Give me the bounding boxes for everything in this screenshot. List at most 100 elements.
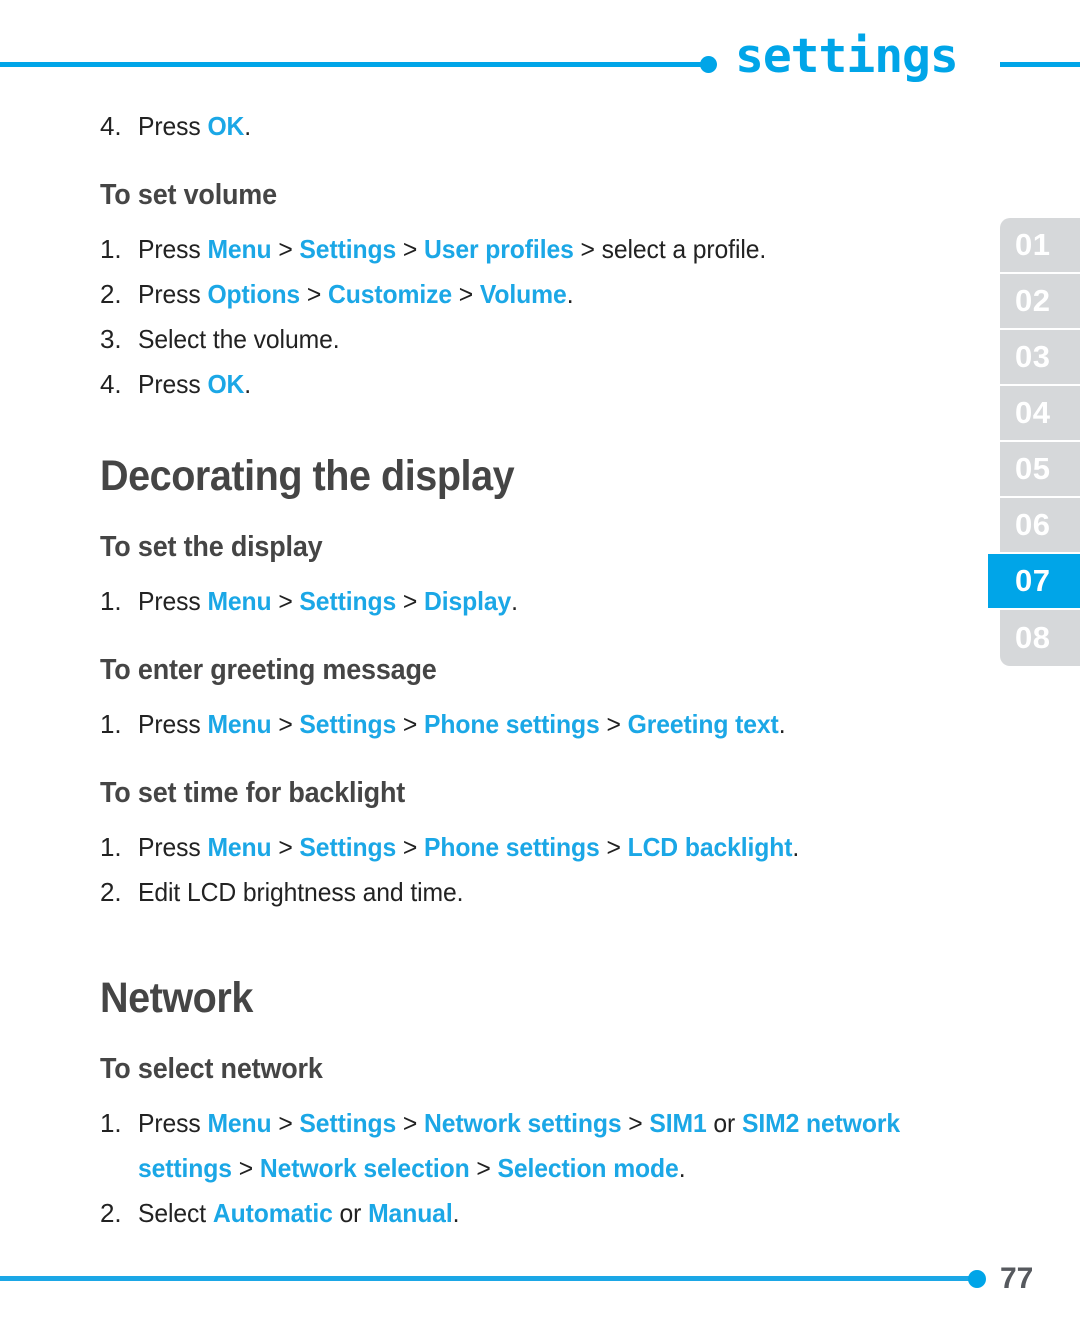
- chapter-tab-07[interactable]: 07: [988, 554, 1080, 610]
- chapter-tab-06[interactable]: 06: [1000, 498, 1080, 554]
- step-number: 1.: [100, 1108, 122, 1138]
- ui-path-settings: Settings: [299, 1108, 397, 1138]
- step-number: 4.: [100, 369, 122, 399]
- page-title: settings: [735, 29, 959, 84]
- path-separator: >: [231, 1153, 260, 1183]
- step-tail: .: [792, 832, 800, 862]
- path-separator: >: [271, 709, 300, 739]
- step-text: Press Options > Customize > Volume.: [138, 272, 919, 317]
- ui-path-selection-mode: Selection mode: [497, 1153, 679, 1183]
- ui-path-settings: Settings: [299, 709, 397, 739]
- step-verb: Select: [138, 1198, 213, 1228]
- step-number: 1.: [100, 709, 122, 739]
- step-text: Press Menu > Settings > Network settings…: [138, 1101, 919, 1191]
- list-item: 1. Press Menu > Settings > Phone setting…: [100, 825, 960, 870]
- header-rule-right: [1000, 62, 1080, 67]
- ui-path-menu: Menu: [207, 832, 272, 862]
- ui-key-ok: OK: [207, 369, 245, 399]
- chapter-tab-label: 07: [1015, 563, 1051, 598]
- list-item: 4. Press OK.: [100, 362, 960, 407]
- list-item: 1. Press Menu > Settings > Display.: [100, 579, 960, 624]
- chapter-tab-01[interactable]: 01: [1000, 218, 1080, 274]
- step-tail: .: [452, 1198, 460, 1228]
- step-text: Press Menu > Settings > Phone settings >…: [138, 702, 919, 747]
- ui-path-sim1: SIM1: [649, 1108, 707, 1138]
- list-item: 2. Select Automatic or Manual.: [100, 1191, 960, 1236]
- step-text: Select the volume.: [138, 317, 919, 362]
- section-heading-set-volume: To set volume: [100, 179, 277, 211]
- step-number: 4.: [100, 111, 122, 141]
- step-tail: .: [778, 709, 786, 739]
- step-verb: Press: [138, 369, 208, 399]
- step-number: 3.: [100, 324, 122, 354]
- ui-path-options: Options: [207, 279, 301, 309]
- ui-path-settings: Settings: [299, 234, 397, 264]
- ui-option-automatic: Automatic: [212, 1198, 333, 1228]
- ui-path-lcd-backlight: LCD backlight: [627, 832, 793, 862]
- ui-path-menu: Menu: [207, 1108, 272, 1138]
- chapter-heading-decorating-display: Decorating the display: [100, 452, 515, 500]
- path-separator: >: [451, 279, 480, 309]
- path-separator: >: [396, 586, 424, 616]
- chapter-tab-02[interactable]: 02: [1000, 274, 1080, 330]
- ui-path-menu: Menu: [207, 586, 272, 616]
- step-number: 2.: [100, 1198, 122, 1228]
- section-heading-greeting-message: To enter greeting message: [100, 654, 437, 686]
- step-verb: Press: [138, 279, 208, 309]
- ui-path-phone-settings: Phone settings: [423, 709, 600, 739]
- chapter-tab-04[interactable]: 04: [1000, 386, 1080, 442]
- chapter-tab-03[interactable]: 03: [1000, 330, 1080, 386]
- path-separator: >: [396, 234, 424, 264]
- path-separator: >: [599, 832, 628, 862]
- path-separator: >: [599, 709, 628, 739]
- step-tail: select a profile.: [601, 234, 767, 264]
- bullet-dot-icon: [968, 1270, 986, 1288]
- chapter-tab-list: 01 02 03 04 05 06 07 08: [988, 218, 1080, 666]
- section-heading-backlight: To set time for backlight: [100, 777, 406, 809]
- ui-key-ok: OK: [207, 111, 245, 141]
- ui-path-network-selection: Network selection: [259, 1153, 470, 1183]
- step-verb: Press: [138, 586, 208, 616]
- ui-path-greeting-text: Greeting text: [627, 709, 779, 739]
- bullet-dot-icon: [700, 56, 717, 73]
- list-item: 3. Select the volume.: [100, 317, 960, 362]
- chapter-tab-08[interactable]: 08: [1000, 610, 1080, 666]
- page-content: 4. Press OK. To set volume 1. Press Menu…: [100, 104, 960, 1236]
- step-number: 1.: [100, 832, 122, 862]
- step-period: .: [244, 111, 252, 141]
- step-verb: Press: [138, 111, 208, 141]
- ui-path-sim2: SIM2: [741, 1108, 800, 1138]
- chapter-tab-05[interactable]: 05: [1000, 442, 1080, 498]
- path-separator: >: [573, 234, 602, 264]
- step-text: Press Menu > Settings > Display.: [138, 579, 919, 624]
- step-text: Press Menu > Settings > User profiles > …: [138, 227, 919, 272]
- ui-path-phone-settings: Phone settings: [423, 832, 600, 862]
- chapter-tab-label: 02: [1015, 283, 1051, 318]
- chapter-tab-label: 05: [1015, 451, 1051, 486]
- ui-path-display: Display: [423, 586, 512, 616]
- step-plain-text: Select the volume.: [138, 324, 340, 354]
- path-separator: >: [469, 1153, 498, 1183]
- step-tail: .: [511, 586, 518, 616]
- page-footer: 77: [0, 1238, 1080, 1333]
- step-verb: Press: [138, 709, 208, 739]
- path-separator: >: [621, 1108, 650, 1138]
- page-header: settings: [0, 0, 1080, 110]
- step-verb: Press: [138, 1108, 208, 1138]
- footer-rule: [0, 1276, 978, 1281]
- list-item: 2. Edit LCD brightness and time.: [100, 870, 960, 915]
- ui-path-volume: Volume: [479, 279, 567, 309]
- step-number: 2.: [100, 279, 122, 309]
- path-separator: >: [271, 586, 300, 616]
- ui-path-user-profiles: User profiles: [423, 234, 574, 264]
- conjunction-or: or: [332, 1198, 369, 1228]
- list-item: 1. Press Menu > Settings > Phone setting…: [100, 702, 960, 747]
- path-separator: >: [271, 1108, 300, 1138]
- step-text: Press OK.: [138, 362, 919, 407]
- chapter-heading-network: Network: [100, 974, 253, 1022]
- path-separator: >: [396, 709, 424, 739]
- step-verb: Press: [138, 234, 208, 264]
- step-number: 1.: [100, 234, 122, 264]
- chapter-tab-label: 03: [1015, 339, 1051, 374]
- step-text: Select Automatic or Manual.: [138, 1191, 919, 1236]
